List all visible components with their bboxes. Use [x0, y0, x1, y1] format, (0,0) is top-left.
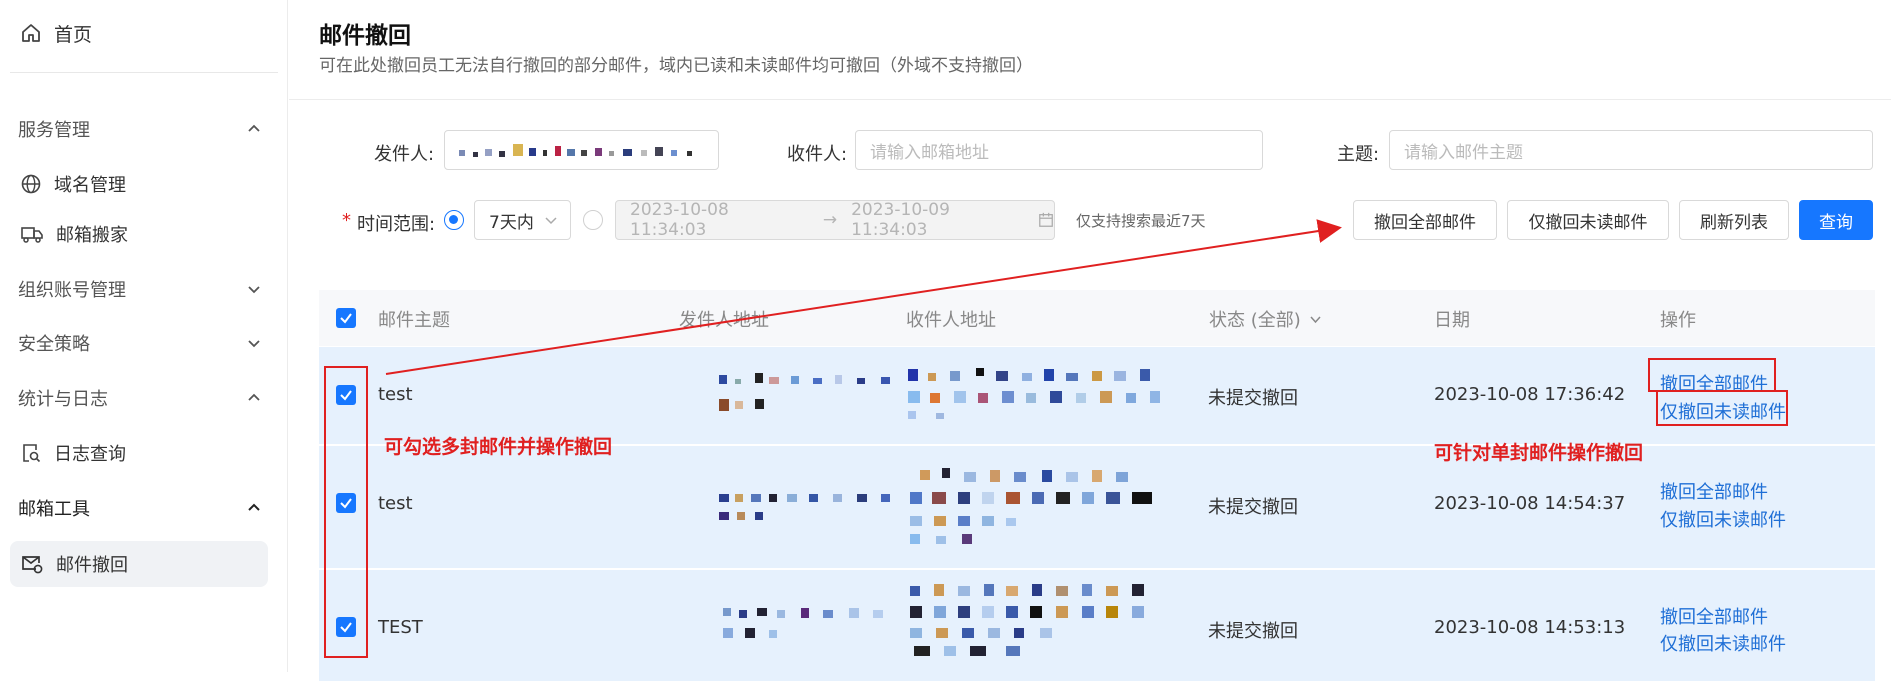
chevron-down-icon	[1310, 315, 1321, 323]
row-recall-all-link[interactable]: 撤回全部邮件	[1660, 603, 1768, 629]
recall-unread-button[interactable]: 仅撤回未读邮件	[1507, 200, 1669, 240]
table-row[interactable]: TEST 未提交撤回 2023-10-08 14:53:13 撤回全部邮件 仅撤…	[319, 570, 1875, 682]
time-range-label: 时间范围:	[357, 214, 436, 235]
required-mark: *	[342, 210, 351, 231]
subject-label: 主题:	[1337, 144, 1380, 165]
annotation-recall-unread-box	[1656, 390, 1788, 426]
radio-preset[interactable]	[444, 210, 464, 230]
column-status-filter[interactable]: 状态 (全部)	[1209, 306, 1322, 332]
sidebar-divider	[10, 72, 278, 73]
column-sender: 发件人地址	[679, 310, 769, 331]
sidebar-group-label: 组织账号管理	[18, 280, 126, 301]
header-divider	[289, 99, 1891, 100]
row-status: 未提交撤回	[1208, 388, 1298, 409]
sender-value-pixelated	[459, 144, 692, 157]
home-icon	[22, 24, 40, 42]
chevron-up-icon	[248, 503, 260, 511]
select-all-checkbox[interactable]	[336, 308, 356, 328]
recipient-placeholder: 请输入邮箱地址	[870, 142, 989, 163]
chevron-up-icon	[248, 124, 260, 132]
truck-icon	[21, 227, 43, 243]
sidebar-item-label: 邮件撤回	[56, 555, 128, 576]
sidebar-group-service[interactable]: 服务管理	[18, 114, 263, 144]
refresh-button[interactable]: 刷新列表	[1679, 200, 1789, 240]
sidebar-item-recall[interactable]: 邮件撤回	[10, 541, 268, 587]
sidebar-group-label: 邮箱工具	[18, 499, 90, 520]
globe-icon	[21, 174, 41, 194]
sender-input[interactable]	[444, 130, 719, 170]
sidebar-group-label: 安全策略	[18, 334, 90, 355]
query-button[interactable]: 查询	[1799, 200, 1873, 240]
row-recall-unread-link[interactable]: 仅撤回未读邮件	[1660, 630, 1786, 656]
recall-all-button[interactable]: 撤回全部邮件	[1353, 200, 1497, 240]
column-status-label: 状态 (全部)	[1209, 310, 1301, 331]
row-recall-unread-link[interactable]: 仅撤回未读邮件	[1660, 506, 1786, 532]
recipient-input[interactable]: 请输入邮箱地址	[855, 130, 1263, 170]
date-arrow: →	[822, 210, 838, 230]
row-recall-all-link[interactable]: 撤回全部邮件	[1660, 478, 1768, 504]
sidebar-group-security[interactable]: 安全策略	[18, 328, 263, 358]
time-preset-value: 7天内	[489, 212, 534, 233]
row-subject: test	[378, 384, 413, 405]
column-date: 日期	[1434, 310, 1470, 331]
sidebar: 首页 服务管理 域名管理 邮箱搬家 组织账号管理 安全策略 统计与日志 日志查询…	[0, 0, 288, 672]
annotation-multi-select: 可勾选多封邮件并操作撤回	[384, 436, 613, 458]
row-subject: test	[378, 493, 413, 514]
calendar-icon	[1039, 212, 1053, 227]
sidebar-group-label: 服务管理	[18, 120, 90, 141]
sidebar-group-tools[interactable]: 邮箱工具	[18, 493, 263, 523]
sidebar-item-label: 域名管理	[54, 175, 126, 196]
row-subject: TEST	[378, 617, 423, 638]
sidebar-item-label: 首页	[54, 23, 93, 46]
row-status: 未提交撤回	[1208, 621, 1298, 642]
sidebar-group-org[interactable]: 组织账号管理	[18, 274, 263, 304]
column-subject: 邮件主题	[378, 310, 450, 331]
page-description: 可在此处撤回员工无法自行撤回的部分邮件，域内已读和未读邮件均可撤回（外域不支持撤…	[319, 56, 1033, 76]
column-recipient: 收件人地址	[906, 310, 996, 331]
sidebar-item-label: 邮箱搬家	[56, 225, 128, 246]
chevron-up-icon	[248, 393, 260, 401]
date-start: 2023-10-08 11:34:03	[630, 200, 729, 240]
table-row[interactable]: test 未提交撤回 2023-10-08 17:36:42 撤回全部邮件 仅撤…	[319, 347, 1875, 445]
subject-input[interactable]: 请输入邮件主题	[1389, 130, 1873, 170]
column-ops: 操作	[1660, 310, 1696, 331]
recipient-address-pixelated	[910, 584, 1144, 656]
time-preset-select[interactable]: 7天内	[474, 200, 571, 240]
recipient-address-pixelated	[910, 468, 1152, 544]
chevron-down-icon	[248, 286, 260, 294]
date-hint: 仅支持搜索最近7天	[1076, 212, 1206, 230]
chevron-down-icon	[545, 217, 557, 225]
recipient-label: 收件人:	[787, 144, 848, 165]
check-icon	[340, 313, 352, 324]
sidebar-item-home[interactable]: 首页	[20, 18, 92, 48]
sidebar-item-log-query[interactable]: 日志查询	[20, 438, 126, 468]
row-status: 未提交撤回	[1208, 497, 1298, 518]
sidebar-item-domain[interactable]: 域名管理	[20, 169, 126, 199]
sidebar-group-label: 统计与日志	[18, 389, 108, 410]
row-date: 2023-10-08 14:54:37	[1434, 493, 1626, 514]
annotation-single-row: 可针对单封邮件操作撤回	[1434, 442, 1644, 464]
recipient-address-pixelated	[908, 368, 1160, 419]
log-search-icon	[23, 444, 41, 463]
table-header: 邮件主题 发件人地址 收件人地址 状态 (全部) 日期 操作	[319, 290, 1875, 346]
annotation-recall-all-box	[1648, 358, 1776, 392]
subject-placeholder: 请输入邮件主题	[1404, 142, 1523, 163]
mail-recall-icon	[22, 556, 43, 574]
date-range-picker[interactable]: 2023-10-08 11:34:03 → 2023-10-09 11:34:0…	[615, 200, 1055, 240]
annotation-checkbox-box	[324, 366, 368, 658]
page-title: 邮件撤回	[319, 23, 411, 49]
sidebar-group-stats[interactable]: 统计与日志	[18, 383, 263, 413]
sidebar-item-migration[interactable]: 邮箱搬家	[20, 219, 128, 249]
sender-label: 发件人:	[374, 144, 435, 165]
row-date: 2023-10-08 14:53:13	[1434, 617, 1626, 638]
sidebar-item-label: 日志查询	[54, 444, 126, 465]
chevron-down-icon	[248, 340, 260, 348]
date-end: 2023-10-09 11:34:03	[851, 200, 950, 240]
main-content: 邮件撤回 可在此处撤回员工无法自行撤回的部分邮件，域内已读和未读邮件均可撤回（外…	[289, 0, 1891, 682]
radio-custom-range[interactable]	[583, 210, 603, 230]
row-date: 2023-10-08 17:36:42	[1434, 384, 1626, 405]
